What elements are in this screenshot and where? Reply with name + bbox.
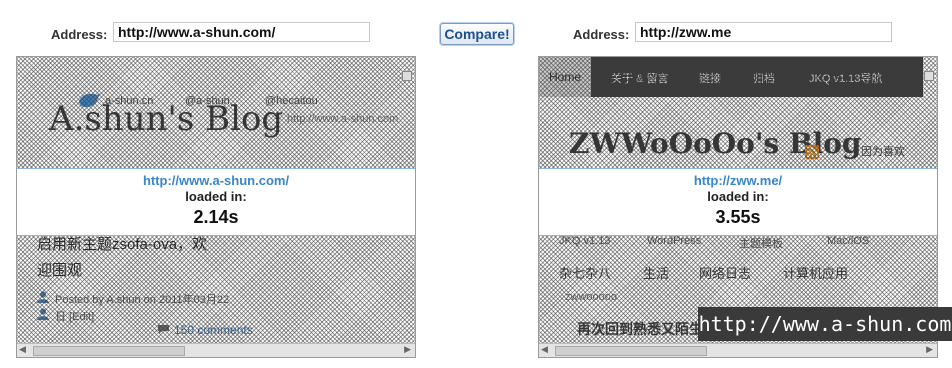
- scroll-left-arrow-icon[interactable]: ◀: [19, 344, 26, 355]
- right-category-6: 生活: [643, 266, 670, 281]
- right-nav-archive: 归档: [753, 73, 775, 85]
- right-site-nav: Home 关于 & 留言 链接 归档 JKQ v1.13导航: [539, 57, 923, 97]
- right-nav-jkq: JKQ v1.13导航: [809, 73, 883, 85]
- right-post-title: 再次回到熟悉又陌生: [577, 321, 703, 337]
- left-result-url: http://www.a-shun.com/: [142, 173, 290, 188]
- compare-button[interactable]: Compare!: [440, 23, 514, 45]
- left-load-result: http://www.a-shun.com/ loaded in: 2.14s: [17, 168, 415, 236]
- scroll-corner-icon[interactable]: [402, 71, 412, 81]
- rss-icon: [805, 145, 819, 159]
- right-category-5: 杂七杂八: [559, 266, 612, 281]
- left-scroll-thumb[interactable]: [33, 346, 185, 356]
- scroll-left-arrow-icon[interactable]: ◀: [541, 344, 548, 355]
- user-icon: [37, 307, 49, 320]
- right-scroll-thumb[interactable]: [555, 346, 707, 356]
- right-nav-home: Home: [539, 57, 591, 97]
- left-address-label: Address:: [51, 27, 108, 42]
- right-nav-about: 关于 & 留言: [611, 73, 669, 85]
- watermark: http://www.a-shun.com: [698, 307, 952, 341]
- left-comments-count: 150 comments: [174, 323, 253, 337]
- right-category-3: 主题模板: [739, 238, 783, 250]
- left-preview-frame[interactable]: a-shun.cn @a-shun @hecaitou A.shun's Blo…: [16, 56, 416, 358]
- left-load-time: 2.14s: [193, 207, 239, 227]
- right-category-8: 计算机应用: [783, 266, 849, 281]
- user-icon: [37, 290, 49, 303]
- left-address-input[interactable]: [113, 22, 370, 42]
- scroll-right-arrow-icon[interactable]: ▶: [404, 344, 411, 355]
- scroll-right-arrow-icon[interactable]: ▶: [926, 344, 933, 355]
- right-category-4: Mac/iOS: [827, 235, 870, 247]
- left-site-tagline: http://www.a-shun.com: [287, 113, 399, 125]
- right-horizontal-scrollbar[interactable]: ◀ ▶: [539, 343, 937, 357]
- right-loaded-label: loaded in:: [707, 189, 769, 204]
- right-address-label: Address:: [573, 27, 630, 42]
- right-address-input[interactable]: [635, 22, 892, 42]
- left-horizontal-scrollbar[interactable]: ◀ ▶: [17, 343, 415, 357]
- left-loaded-label: loaded in:: [185, 189, 247, 204]
- right-load-result: http://zww.me/ loaded in: 3.55s: [539, 168, 937, 236]
- right-load-time: 3.55s: [715, 207, 761, 227]
- right-sub-label: zwwooooo: [565, 291, 617, 303]
- left-post-meta: Posted by A.shun on 2011年03月22: [55, 294, 230, 306]
- comment-icon: [157, 322, 170, 334]
- right-category-7: 网络日志: [699, 266, 752, 281]
- left-post-line-2: 迎围观: [37, 262, 83, 279]
- scroll-corner-icon[interactable]: [924, 71, 934, 81]
- right-nav-links: 链接: [699, 73, 721, 85]
- right-site-tagline: 因为喜欢: [861, 146, 905, 158]
- left-post-edit: 日 [Edit]: [55, 311, 95, 323]
- left-site-logo: A.shun's Blog: [49, 99, 284, 139]
- right-category-2: WordPress: [647, 235, 702, 247]
- right-result-url: http://zww.me/: [693, 173, 783, 188]
- left-post-line-1: 启用新主题zsofa-ova，欢: [37, 236, 208, 253]
- right-category-1: JKQ v1.13: [559, 235, 611, 247]
